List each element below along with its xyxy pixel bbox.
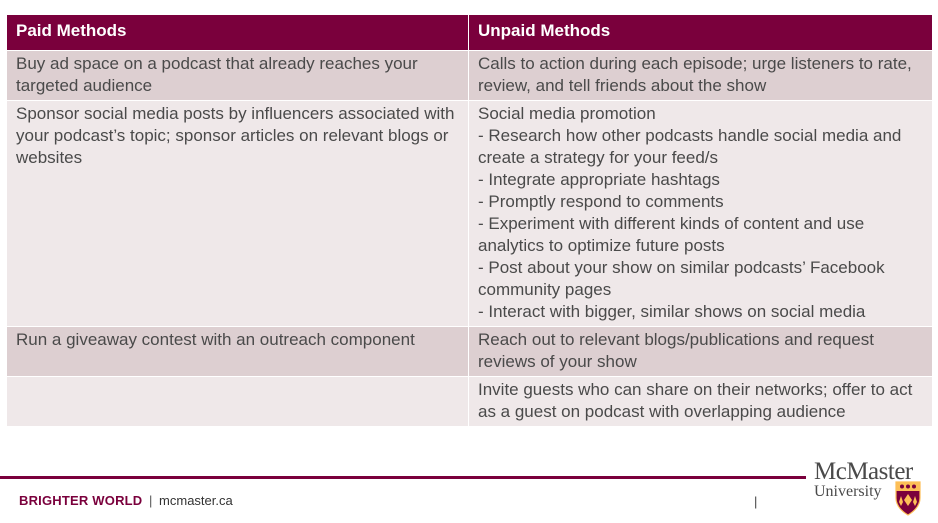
- cell-line: - Integrate appropriate hashtags: [478, 170, 720, 189]
- paid-method-cell: Sponsor social media posts by influencer…: [6, 100, 469, 327]
- methods-table: Paid Methods Unpaid Methods Buy ad space…: [6, 14, 933, 427]
- header-paid-methods: Paid Methods: [6, 14, 469, 51]
- cell-line: Buy ad space on a podcast that already r…: [16, 54, 418, 95]
- cell-line: - Post about your show on similar podcas…: [478, 258, 885, 299]
- footer-pipe: |: [754, 494, 758, 509]
- unpaid-method-cell: Calls to action during each episode; urg…: [468, 50, 933, 101]
- table-header-row: Paid Methods Unpaid Methods: [6, 14, 933, 51]
- footer-rule: [0, 476, 806, 479]
- cell-line: Reach out to relevant blogs/publications…: [478, 330, 874, 371]
- footer-site: mcmaster.ca: [159, 493, 233, 508]
- mcmaster-logo: McMaster University: [812, 458, 924, 520]
- table-row: Invite guests who can share on their net…: [6, 376, 933, 427]
- cell-line: Invite guests who can share on their net…: [478, 380, 913, 421]
- table-row: Run a giveaway contest with an outreach …: [6, 326, 933, 377]
- unpaid-method-cell: Reach out to relevant blogs/publications…: [468, 326, 933, 377]
- cell-line: - Research how other podcasts handle soc…: [478, 126, 902, 167]
- cell-line: - Interact with bigger, similar shows on…: [478, 302, 866, 321]
- paid-method-cell: Run a giveaway contest with an outreach …: [6, 326, 469, 377]
- brighter-world-label: BRIGHTER WORLD: [19, 493, 143, 508]
- cell-line: - Promptly respond to comments: [478, 192, 724, 211]
- unpaid-method-cell: Invite guests who can share on their net…: [468, 376, 933, 427]
- footer-tagline: BRIGHTER WORLD | mcmaster.ca: [19, 493, 233, 508]
- footer-separator: |: [149, 493, 153, 508]
- cell-line: Sponsor social media posts by influencer…: [16, 104, 455, 167]
- header-unpaid-methods: Unpaid Methods: [468, 14, 933, 51]
- cell-line: Run a giveaway contest with an outreach …: [16, 330, 415, 349]
- table-row: Sponsor social media posts by influencer…: [6, 100, 933, 327]
- unpaid-method-cell: Social media promotion - Research how oth…: [468, 100, 933, 327]
- table-row: Buy ad space on a podcast that already r…: [6, 50, 933, 101]
- paid-method-cell: Buy ad space on a podcast that already r…: [6, 50, 469, 101]
- paid-method-cell: [6, 376, 469, 427]
- mcmaster-crest-icon: [895, 481, 921, 516]
- cell-line: Calls to action during each episode; urg…: [478, 54, 912, 95]
- logo-wordmark-line2: University: [814, 483, 882, 500]
- cell-line: Social media promotion: [478, 104, 656, 123]
- cell-line: - Experiment with different kinds of con…: [478, 214, 865, 255]
